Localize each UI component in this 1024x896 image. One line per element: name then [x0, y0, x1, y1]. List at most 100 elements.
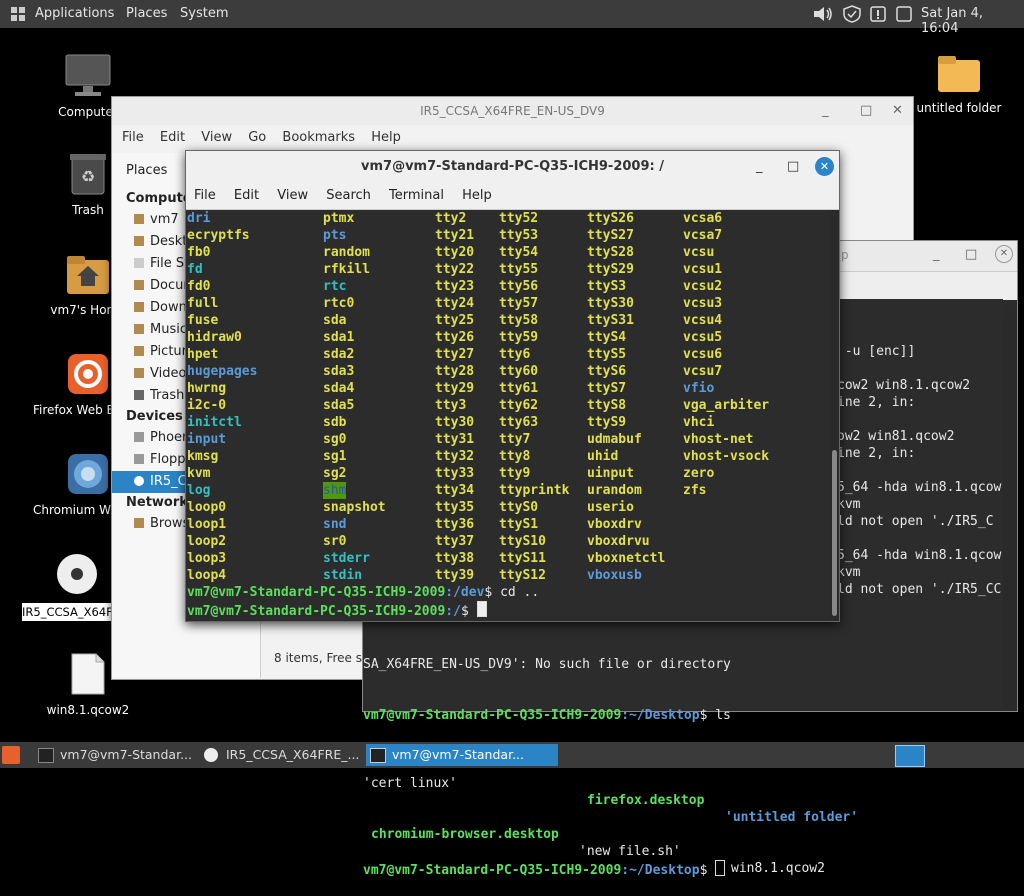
menu-places[interactable]: Places — [126, 6, 167, 21]
dev-entry: ttyS31 — [587, 313, 634, 328]
dev-entry: shm — [323, 482, 347, 499]
volume-icon[interactable] — [812, 5, 834, 27]
close-icon[interactable]: ✕ — [815, 157, 834, 176]
scrollbar-thumb[interactable] — [832, 450, 837, 616]
fm-menu-go[interactable]: Go — [248, 125, 266, 151]
terminal-body[interactable]: dri ecryptfs fb0 fd fd0 full fuse hidraw0 hpet hu… — [186, 210, 826, 620]
menu-system[interactable]: System — [180, 6, 228, 21]
dev-entry: rtc — [323, 279, 347, 294]
term-menu-terminal[interactable]: Terminal — [389, 183, 444, 209]
dev-entry: sdb — [323, 415, 347, 430]
fm-menu-bookmarks[interactable]: Bookmarks — [282, 125, 355, 151]
disc-icon — [204, 748, 218, 762]
dev-entry: hpet — [187, 347, 219, 362]
ls-entry: win8.1.qcow2 — [731, 861, 825, 876]
fm-menu-help[interactable]: Help — [371, 125, 401, 151]
error-line: SA_X64FRE_EN-US_DV9': No such file or di… — [363, 657, 731, 672]
minimize-icon[interactable]: _ — [822, 103, 829, 118]
fm-menu-view[interactable]: View — [201, 125, 232, 151]
history-line: ine 2, in: — [837, 446, 916, 461]
shield-icon[interactable] — [841, 5, 863, 27]
dev-entry: sg0 — [323, 432, 347, 447]
listing-column: tty2 tty21 tty20 tty22 tty23 tty24 tty25 tty26 t… — [435, 210, 474, 584]
dev-entry: tty7 — [499, 432, 531, 447]
dev-entry: ttyS3 — [587, 279, 627, 294]
dev-entry: hwrng — [187, 381, 227, 396]
term-menu-file[interactable]: File — [194, 183, 216, 209]
dev-entry: tty26 — [435, 330, 475, 345]
dev-entry: tty32 — [435, 449, 475, 464]
maximize-icon[interactable]: □ — [787, 159, 799, 174]
desktop-icon-untitled-folder[interactable]: untitled folder — [900, 52, 1018, 115]
dev-entry: vboxusb — [587, 568, 642, 583]
maximize-icon[interactable]: □ — [965, 247, 977, 262]
fm-menu-edit[interactable]: Edit — [160, 125, 185, 151]
dev-entry: tty35 — [435, 500, 475, 515]
home-folder-icon — [67, 256, 109, 294]
term-menu-help[interactable]: Help — [462, 183, 492, 209]
drive-icon — [134, 258, 144, 268]
taskbar-label: IR5_CCSA_X64FRE_... — [226, 747, 360, 762]
home-icon — [134, 214, 144, 224]
show-desktop-icon[interactable] — [2, 746, 20, 764]
terminal-window[interactable]: vm7@vm7-Standard-PC-Q35-ICH9-2009: / _ □… — [185, 150, 840, 622]
pictures-folder-icon — [134, 346, 144, 356]
term-menu-edit[interactable]: Edit — [234, 183, 259, 209]
trash-small-icon — [134, 390, 144, 400]
dev-entry: fd — [187, 262, 203, 277]
taskbar-item-terminal-1[interactable]: vm7@vm7-Standar... — [34, 744, 224, 766]
dev-entry: tty62 — [499, 398, 539, 413]
maximize-icon[interactable]: □ — [860, 103, 872, 118]
menu-applications[interactable]: Applications — [35, 6, 114, 21]
dev-entry: ttyS9 — [587, 415, 627, 430]
dev-entry: tty38 — [435, 551, 475, 566]
scrollbar[interactable] — [829, 210, 839, 620]
history-line: ld not open './IR5_CC — [837, 582, 1002, 597]
dev-entry: tty60 — [499, 364, 539, 379]
dev-entry: ttyprintk — [499, 483, 570, 498]
taskbar-item-file-manager[interactable]: IR5_CCSA_X64FRE_... — [200, 744, 390, 766]
prompt-user: vm7@vm7-Standard-PC-Q35-ICH9-2009 — [363, 708, 622, 723]
dev-entry: ttyS30 — [587, 296, 634, 311]
dev-entry: tty28 — [435, 364, 475, 379]
taskbar-item-terminal-2[interactable]: vm7@vm7-Standar... — [366, 744, 558, 766]
minimize-icon[interactable]: _ — [933, 247, 940, 262]
minimize-icon[interactable]: _ — [756, 159, 763, 174]
bg-terminal-title: p — [841, 248, 849, 262]
prompt-command: $ — [699, 863, 716, 878]
dev-entry: vcsu7 — [683, 364, 723, 379]
close-icon[interactable]: ✕ — [892, 103, 903, 118]
dev-entry: vhost-net — [683, 432, 754, 447]
dev-entry: initctl — [187, 415, 242, 430]
history-line: cow2 win8.1.qcow2 — [837, 378, 971, 393]
computer-icon — [65, 54, 111, 96]
clipboard-icon[interactable] — [894, 5, 914, 27]
file-icon — [71, 653, 105, 695]
term-menu-search[interactable]: Search — [326, 183, 371, 209]
dev-entry: urandom — [587, 483, 642, 498]
desktop-folder-icon — [134, 236, 144, 246]
scrollbar[interactable] — [1003, 313, 1015, 709]
dev-entry: hidraw0 — [187, 330, 242, 345]
dev-entry: tty63 — [499, 415, 539, 430]
drive-icon — [134, 432, 144, 442]
workspace-switcher-icon[interactable] — [895, 745, 925, 767]
dev-entry: vboxdrvu — [587, 534, 650, 549]
dev-entry: ttyS8 — [587, 398, 627, 413]
history-line — [837, 360, 1003, 377]
disc-icon — [134, 476, 144, 486]
prompt-command: $ — [460, 604, 477, 619]
clock[interactable]: Sat Jan 4, 16:04 — [921, 6, 1024, 36]
prompt-command: $ ls — [699, 708, 731, 723]
dev-entry: ttyS28 — [587, 245, 634, 260]
dev-entry: vboxnetctl — [587, 551, 666, 566]
update-alert-icon[interactable] — [868, 5, 888, 27]
dev-entry: vcsu — [683, 245, 715, 260]
close-icon[interactable]: ✕ — [995, 245, 1013, 263]
dev-entry: sda4 — [323, 381, 355, 396]
fm-menu-file[interactable]: File — [122, 125, 144, 151]
term-menu-view[interactable]: View — [277, 183, 308, 209]
dev-entry: ttyS29 — [587, 262, 634, 277]
dev-entry: uhid — [587, 449, 619, 464]
ls-entry: 'cert linux' — [363, 776, 457, 791]
